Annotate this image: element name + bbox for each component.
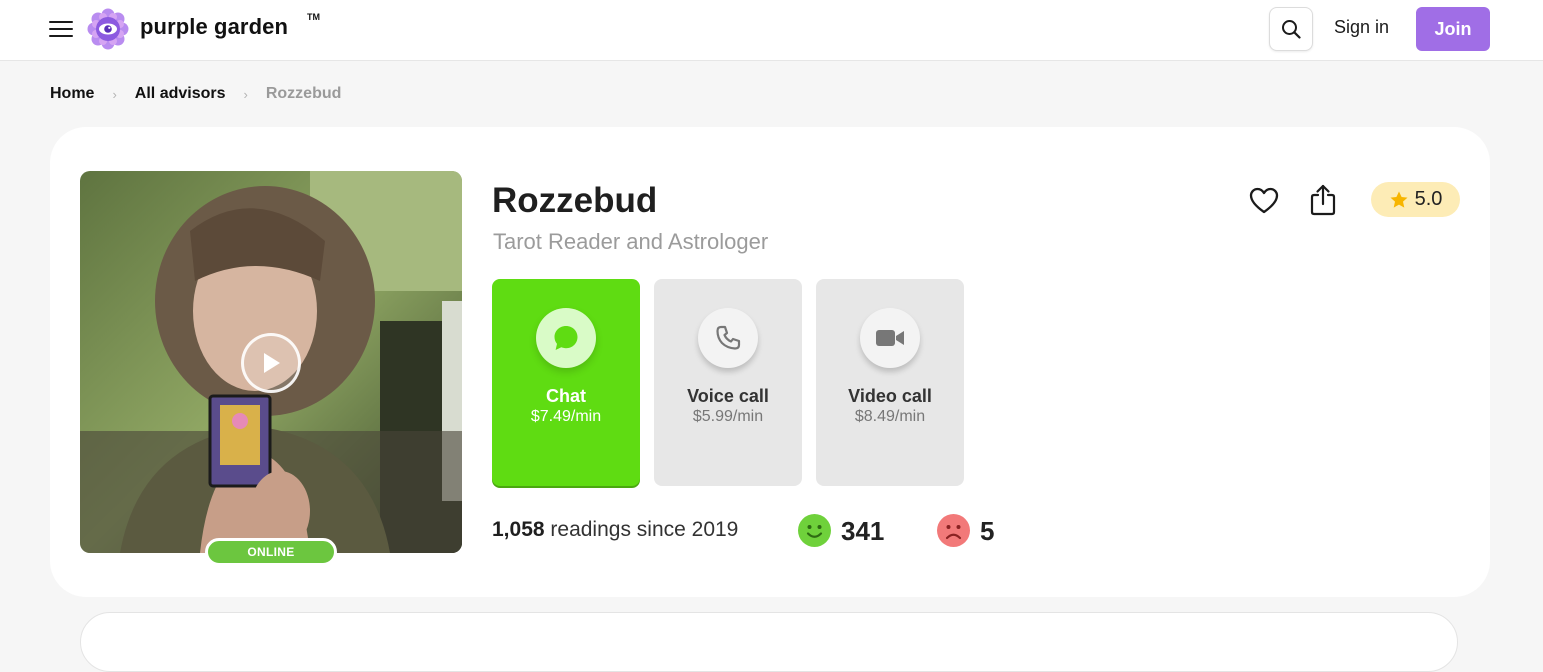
video-call-label: Video call (848, 386, 932, 406)
star-icon (1390, 191, 1408, 208)
breadcrumb-current: Rozzebud (265, 85, 342, 102)
chat-price: $7.49/min (530, 408, 602, 425)
search-button[interactable] (1269, 7, 1313, 51)
breadcrumb-home[interactable]: Home (50, 85, 94, 103)
online-status-badge: ONLINE (205, 538, 337, 566)
negative-review-count: 5 (980, 516, 995, 546)
advisor-title: Tarot Reader and Astrologer (493, 229, 769, 254)
rating-value: 5.0 (1414, 188, 1443, 210)
video-camera-icon (876, 330, 904, 346)
voice-call-price: $5.99/min (692, 408, 764, 425)
favorite-button[interactable] (1247, 184, 1281, 218)
play-icon (264, 353, 280, 373)
voice-call-service-button[interactable]: Voice call $5.99/min (654, 279, 802, 486)
search-icon (1282, 20, 1301, 39)
breadcrumb-separator: › (243, 86, 248, 102)
heart-icon (1249, 187, 1279, 214)
negative-review-icon (937, 514, 970, 547)
voice-call-label: Voice call (687, 386, 769, 406)
breadcrumb-all-advisors[interactable]: All advisors (135, 85, 226, 103)
voice-icon-circle (698, 308, 758, 368)
share-icon (1310, 184, 1336, 216)
readings-summary: 1,058 readings since 2019 (492, 518, 738, 542)
menu-icon[interactable] (49, 19, 73, 39)
brand-name[interactable]: purple garden (140, 14, 288, 40)
breadcrumb-separator: › (112, 86, 117, 102)
chat-icon-circle (536, 308, 596, 368)
trademark-mark: TM (307, 12, 320, 22)
chat-service-button[interactable]: Chat $7.49/min (492, 279, 640, 486)
video-call-price: $8.49/min (854, 408, 926, 425)
play-video-button[interactable] (241, 333, 301, 393)
video-icon-circle (860, 308, 920, 368)
video-call-service-button[interactable]: Video call $8.49/min (816, 279, 964, 486)
positive-review-icon (798, 514, 831, 547)
positive-review-count: 341 (841, 516, 885, 546)
next-section-card (80, 612, 1458, 672)
readings-count: 1,058 (492, 518, 545, 541)
readings-text: readings since 2019 (544, 518, 739, 541)
phone-icon (716, 325, 741, 350)
join-button[interactable]: Join (1416, 7, 1490, 51)
purple-garden-logo-icon[interactable] (87, 8, 129, 50)
chat-bubble-icon (554, 326, 578, 350)
breadcrumb: Home › All advisors › Rozzebud (50, 84, 341, 104)
sign-in-link[interactable]: Sign in (1334, 17, 1389, 38)
rating-badge: 5.0 (1371, 182, 1460, 217)
advisor-name: Rozzebud (492, 181, 658, 220)
top-navigation-bar: purple garden TM Sign in Join (0, 0, 1543, 61)
chat-label: Chat (546, 386, 586, 406)
share-button[interactable] (1306, 182, 1340, 218)
